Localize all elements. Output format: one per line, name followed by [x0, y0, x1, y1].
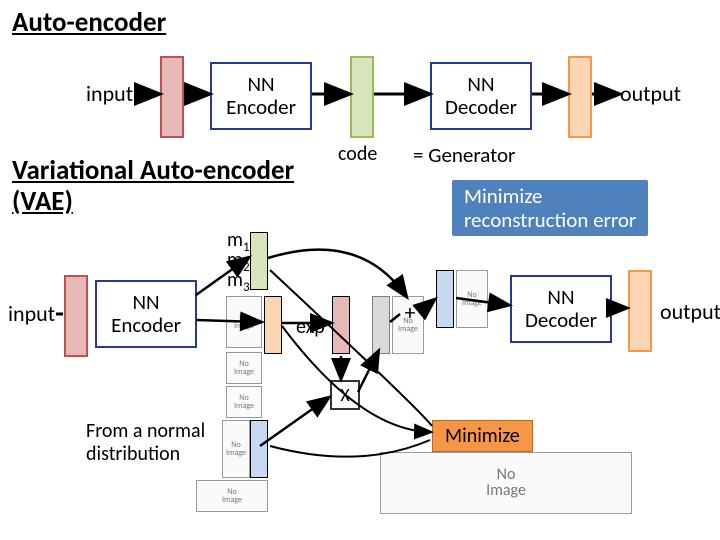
- title-autoencoder: Auto-encoder: [12, 6, 166, 39]
- vec-c: [436, 270, 454, 328]
- vec-input-bot: [64, 275, 88, 357]
- label-m3: m3: [227, 268, 250, 295]
- label-input-bot: input: [8, 300, 55, 327]
- vec-sigma-e: [372, 296, 390, 354]
- annot-reconstruction: Minimize reconstruction error: [452, 180, 648, 236]
- box-nn-encoder-top: NN Encoder: [210, 62, 312, 130]
- box-nn-decoder-bot: NN Decoder: [510, 275, 612, 343]
- placeholder-2: No Image: [226, 386, 262, 418]
- label-generator: = Generator: [413, 142, 515, 168]
- label-output-top: output: [620, 80, 681, 107]
- box-nn-decoder-top: NN Decoder: [430, 62, 532, 130]
- placeholder-e-labels: No Image: [222, 420, 250, 478]
- annot-minimize: Minimize: [432, 420, 533, 452]
- node-plus: +: [396, 298, 424, 326]
- vec-output-top: [568, 56, 592, 138]
- vec-e: [250, 420, 268, 478]
- placeholder-3: No Image: [196, 480, 268, 512]
- label-from-normal: From a normal distribution: [86, 420, 205, 466]
- placeholder-c-labels: No Image: [456, 270, 488, 328]
- label-exp: exp: [296, 315, 325, 339]
- label-code: code: [338, 142, 377, 166]
- placeholder-kl-formula: No Image: [380, 452, 632, 514]
- vec-output-bot: [628, 270, 652, 352]
- vec-input-top: [160, 56, 184, 138]
- node-multiply: X: [330, 380, 360, 410]
- title-vae: Variational Auto-encoder (VAE): [12, 155, 294, 217]
- vec-code-top: [350, 56, 374, 138]
- vec-sigma: [264, 296, 282, 354]
- box-nn-encoder-bot: NN Encoder: [95, 280, 197, 348]
- vec-exp-out: [332, 296, 350, 354]
- label-output-bot: output: [660, 298, 720, 325]
- label-input-top: input: [86, 80, 133, 107]
- placeholder-1: No Image: [226, 352, 262, 384]
- placeholder-sigma-labels: No Image: [226, 296, 262, 348]
- vec-m: [250, 232, 268, 290]
